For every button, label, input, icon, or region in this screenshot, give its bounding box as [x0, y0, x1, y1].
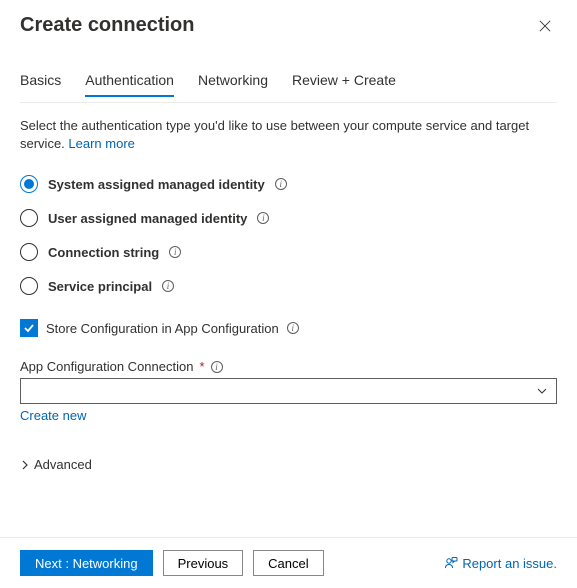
person-feedback-icon: [444, 556, 458, 570]
app-config-label-text: App Configuration Connection: [20, 359, 193, 374]
radio-user-identity[interactable]: User assigned managed identity i: [20, 209, 557, 227]
store-config-label: Store Configuration in App Configuration: [46, 321, 279, 336]
radio-label: Service principal: [48, 279, 152, 294]
report-issue-link[interactable]: Report an issue.: [444, 556, 557, 571]
info-icon[interactable]: i: [275, 178, 287, 190]
required-marker: *: [199, 359, 204, 374]
radio-label: User assigned managed identity: [48, 211, 247, 226]
advanced-label: Advanced: [34, 457, 92, 472]
chevron-right-icon: [20, 460, 30, 470]
radio-system-identity[interactable]: System assigned managed identity i: [20, 175, 557, 193]
radio-service-principal[interactable]: Service principal i: [20, 277, 557, 295]
close-icon: [539, 19, 551, 33]
info-icon[interactable]: i: [169, 246, 181, 258]
info-icon[interactable]: i: [211, 361, 223, 373]
radio-icon: [20, 175, 38, 193]
chevron-down-icon: [536, 385, 548, 397]
checkbox-checked-icon: [20, 319, 38, 337]
radio-connection-string[interactable]: Connection string i: [20, 243, 557, 261]
app-config-select[interactable]: [20, 378, 557, 404]
tab-basics[interactable]: Basics: [20, 66, 61, 96]
auth-description: Select the authentication type you'd lik…: [20, 117, 557, 153]
tab-review-create[interactable]: Review + Create: [292, 66, 396, 96]
footer-bar: Next : Networking Previous Cancel Report…: [0, 537, 577, 588]
radio-icon: [20, 243, 38, 261]
store-config-checkbox-row[interactable]: Store Configuration in App Configuration…: [20, 319, 557, 337]
app-config-field-label: App Configuration Connection * i: [20, 359, 557, 374]
radio-label: System assigned managed identity: [48, 177, 265, 192]
auth-type-radio-group: System assigned managed identity i User …: [20, 175, 557, 295]
info-icon[interactable]: i: [257, 212, 269, 224]
create-new-link[interactable]: Create new: [20, 408, 557, 423]
learn-more-link[interactable]: Learn more: [68, 136, 134, 151]
previous-button[interactable]: Previous: [163, 550, 244, 576]
info-icon[interactable]: i: [162, 280, 174, 292]
advanced-toggle[interactable]: Advanced: [20, 457, 557, 472]
report-issue-text: Report an issue.: [462, 556, 557, 571]
info-icon[interactable]: i: [287, 322, 299, 334]
radio-icon: [20, 277, 38, 295]
tab-authentication[interactable]: Authentication: [85, 66, 174, 96]
tab-networking[interactable]: Networking: [198, 66, 268, 96]
close-button[interactable]: [533, 14, 557, 38]
page-title: Create connection: [20, 14, 194, 37]
next-button[interactable]: Next : Networking: [20, 550, 153, 576]
radio-icon: [20, 209, 38, 227]
cancel-button[interactable]: Cancel: [253, 550, 323, 576]
tab-bar: Basics Authentication Networking Review …: [20, 66, 557, 96]
radio-label: Connection string: [48, 245, 159, 260]
